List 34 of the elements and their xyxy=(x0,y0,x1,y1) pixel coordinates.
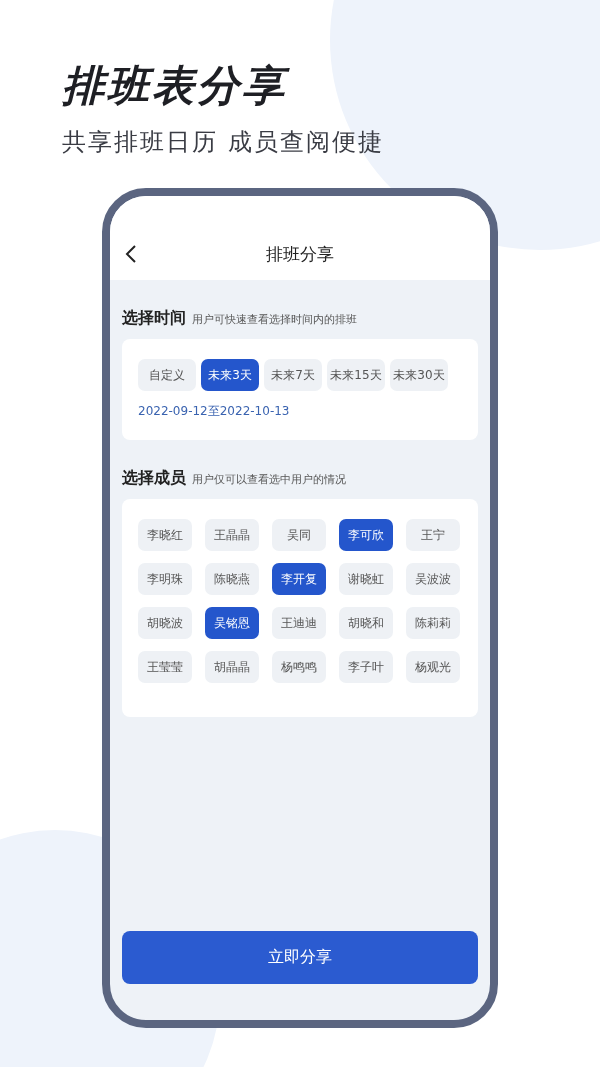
option-chip[interactable]: 杨鸣鸣 xyxy=(272,651,326,683)
option-chip[interactable]: 吴波波 xyxy=(406,563,460,595)
subtitle: 共享排班日历 成员查阅便捷 xyxy=(62,127,384,158)
option-chip[interactable]: 谢晓虹 xyxy=(339,563,393,595)
option-chip[interactable]: 杨观光 xyxy=(406,651,460,683)
share-button[interactable]: 立即分享 xyxy=(122,931,478,984)
date-range: 2022-09-12至2022-10-13 xyxy=(138,403,291,420)
option-chip[interactable]: 未来7天 xyxy=(264,359,322,391)
option-chip[interactable]: 吴同 xyxy=(272,519,326,551)
option-chip[interactable]: 未来30天 xyxy=(390,359,448,391)
option-chip[interactable]: 王宁 xyxy=(406,519,460,551)
option-chip[interactable]: 李开复 xyxy=(272,563,326,595)
option-chip[interactable]: 未来3天 xyxy=(201,359,259,391)
option-chip[interactable]: 胡晓和 xyxy=(339,607,393,639)
option-chip[interactable]: 陈晓燕 xyxy=(205,563,259,595)
option-chip[interactable]: 李晓红 xyxy=(138,519,192,551)
option-chip[interactable]: 李可欣 xyxy=(339,519,393,551)
option-chip[interactable]: 王莹莹 xyxy=(138,651,192,683)
option-chip[interactable]: 吴铭恩 xyxy=(205,607,259,639)
option-chip[interactable]: 胡晓波 xyxy=(138,607,192,639)
section-hint: 用户仅可以查看选中用户的情况 xyxy=(192,472,346,487)
option-chip[interactable]: 自定义 xyxy=(138,359,196,391)
section-title: 选择成员 xyxy=(122,468,186,489)
option-chip[interactable]: 未来15天 xyxy=(327,359,385,391)
option-chip[interactable]: 胡晶晶 xyxy=(205,651,259,683)
option-chip[interactable]: 李明珠 xyxy=(138,563,192,595)
back-icon[interactable] xyxy=(124,244,138,264)
option-chip[interactable]: 王迪迪 xyxy=(272,607,326,639)
screen-title: 排班分享 xyxy=(266,243,334,266)
option-chip[interactable]: 陈莉莉 xyxy=(406,607,460,639)
section-hint: 用户可快速查看选择时间内的排班 xyxy=(192,312,357,327)
section-title: 选择时间 xyxy=(122,308,186,329)
option-chip[interactable]: 李子叶 xyxy=(339,651,393,683)
option-chip[interactable]: 王晶晶 xyxy=(205,519,259,551)
